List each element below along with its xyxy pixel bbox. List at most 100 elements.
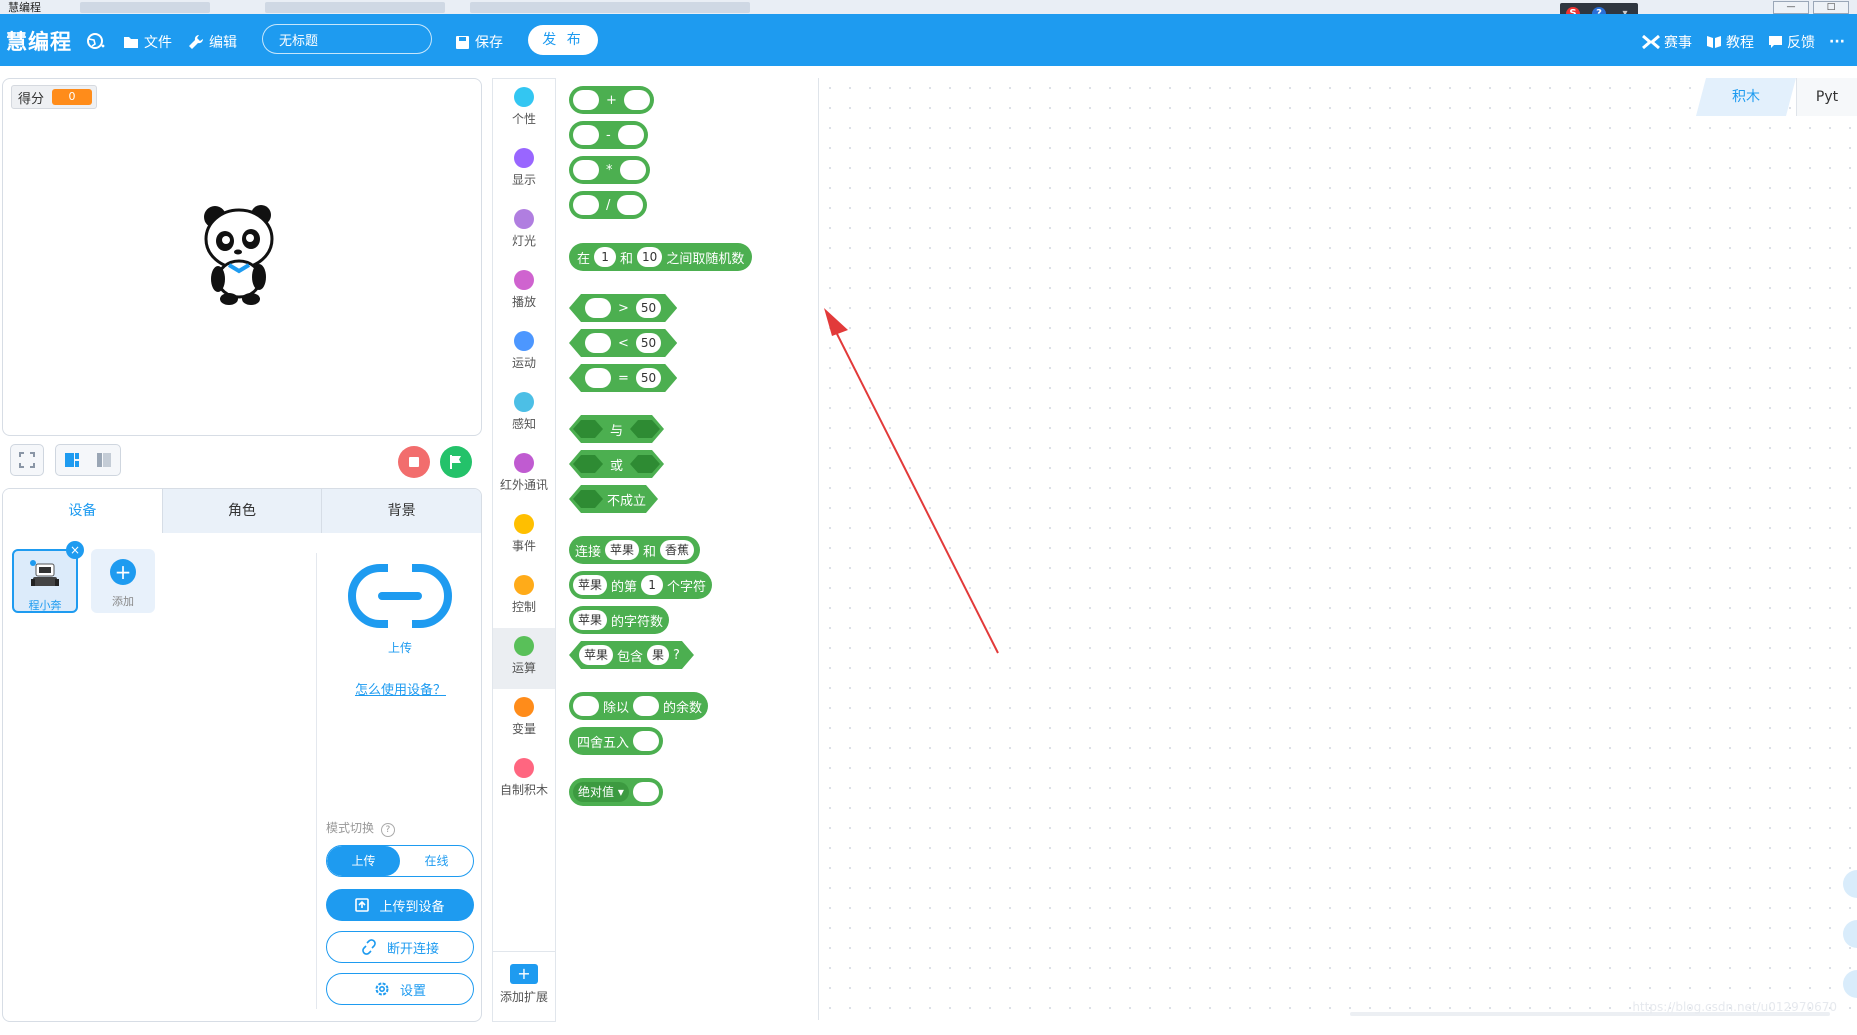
boolean-slot[interactable] <box>630 420 660 438</box>
abs-dropdown[interactable]: 绝对值 ▾ <box>573 782 629 802</box>
block-subtract[interactable]: - <box>569 121 648 149</box>
input-slot[interactable] <box>619 160 646 180</box>
add-extension-button[interactable]: + 添加扩展 <box>493 951 555 1005</box>
project-title-input[interactable] <box>262 24 432 54</box>
edit-menu[interactable]: 编辑 <box>188 32 237 52</box>
block-divide[interactable]: / <box>569 191 648 219</box>
block-round[interactable]: 四舍五入 <box>569 727 664 755</box>
input-slot[interactable]: 10 <box>637 247 663 267</box>
add-device-button[interactable]: + 添加 <box>91 549 155 613</box>
publish-button[interactable]: 发 布 <box>528 25 598 55</box>
device-card[interactable]: 程小奔 <box>12 549 78 613</box>
script-workspace[interactable]: 积木 Pyt https://blog.csdn.net/u012970670 <box>820 78 1857 1020</box>
category-looks[interactable]: 个性 <box>493 79 555 140</box>
input-slot[interactable] <box>633 696 660 716</box>
maximize-icon[interactable]: □ <box>1813 1 1849 14</box>
input-slot[interactable]: 苹果 <box>573 575 608 595</box>
zoom-reset-button[interactable] <box>1843 970 1857 998</box>
input-slot[interactable]: 香蕉 <box>660 540 695 560</box>
zoom-out-button[interactable] <box>1843 920 1857 948</box>
block-contains[interactable]: 苹果 包含 果 ? <box>569 641 694 669</box>
input-slot[interactable]: 苹果 <box>605 540 640 560</box>
block-mod[interactable]: 除以 的余数 <box>569 692 709 720</box>
input-slot[interactable]: 果 <box>647 645 669 665</box>
fullscreen-button[interactable] <box>10 444 44 476</box>
tab-devices[interactable]: 设备 <box>3 489 163 533</box>
tab-backgrounds[interactable]: 背景 <box>322 489 481 533</box>
input-slot[interactable]: 50 <box>636 298 661 318</box>
upload-to-device-button[interactable]: 上传到设备 <box>326 889 474 921</box>
category-motion[interactable]: 运动 <box>493 323 555 384</box>
category-events[interactable]: 事件 <box>493 506 555 567</box>
input-slot[interactable]: 50 <box>636 333 661 353</box>
category-my-blocks[interactable]: 自制积木 <box>493 750 555 811</box>
category-sound[interactable]: 播放 <box>493 262 555 323</box>
mode-toggle[interactable]: 上传 在线 <box>326 845 474 877</box>
block-less-than[interactable]: <50 <box>569 329 677 357</box>
input-slot[interactable]: 苹果 <box>573 610 608 630</box>
input-slot[interactable] <box>633 731 660 751</box>
boolean-slot[interactable] <box>573 455 603 473</box>
more-menu[interactable]: ··· <box>1829 34 1845 50</box>
input-slot[interactable] <box>632 782 659 802</box>
save-button[interactable]: 保存 <box>455 32 503 52</box>
input-slot[interactable] <box>573 125 599 145</box>
category-infrared[interactable]: 红外通讯 <box>493 445 555 506</box>
block-equals[interactable]: = 50 <box>569 364 677 392</box>
input-slot[interactable] <box>617 125 644 145</box>
input-slot[interactable]: 50 <box>636 368 661 388</box>
input-slot[interactable] <box>573 696 599 716</box>
input-slot[interactable]: 苹果 <box>579 645 613 665</box>
input-slot[interactable]: 1 <box>594 247 617 267</box>
stage[interactable]: 得分 0 <box>2 78 482 436</box>
block-letter-of[interactable]: 苹果 的第 1 个字符 <box>569 571 713 599</box>
minimize-icon[interactable]: — <box>1773 1 1809 14</box>
mode-online-option[interactable]: 在线 <box>400 846 473 876</box>
tutorial-link[interactable]: 教程 <box>1706 32 1754 52</box>
panda-sprite[interactable] <box>201 203 279 307</box>
input-slot[interactable] <box>617 195 644 215</box>
layout-toggle[interactable] <box>55 444 121 476</box>
input-slot[interactable] <box>585 333 611 353</box>
category-lights[interactable]: 灯光 <box>493 201 555 262</box>
mode-upload-option[interactable]: 上传 <box>327 846 400 876</box>
category-control[interactable]: 控制 <box>493 567 555 628</box>
block-and[interactable]: 与 <box>569 415 664 443</box>
settings-button[interactable]: 设置 <box>326 973 474 1005</box>
input-slot[interactable] <box>623 90 650 110</box>
category-variables[interactable]: 变量 <box>493 689 555 750</box>
language-button[interactable] <box>86 32 106 50</box>
feedback-link[interactable]: 反馈 <box>1768 32 1815 52</box>
block-abs[interactable]: 绝对值 ▾ <box>569 778 663 806</box>
tab-blocks[interactable]: 积木 <box>1696 78 1796 116</box>
boolean-slot[interactable] <box>573 490 603 508</box>
block-join[interactable]: 连接 苹果 和 香蕉 <box>569 536 701 564</box>
category-operators[interactable]: 运算 <box>493 628 555 689</box>
block-greater-than[interactable]: >50 <box>569 294 677 322</box>
zoom-in-button[interactable] <box>1843 870 1857 898</box>
input-slot[interactable] <box>573 90 599 110</box>
input-slot[interactable] <box>573 160 599 180</box>
category-display[interactable]: 显示 <box>493 140 555 201</box>
block-add[interactable]: + <box>569 86 654 114</box>
disconnect-button[interactable]: 断开连接 <box>326 931 474 963</box>
stop-button[interactable] <box>398 446 430 478</box>
input-slot[interactable] <box>585 298 611 318</box>
boolean-slot[interactable] <box>630 455 660 473</box>
file-menu[interactable]: 文件 <box>123 32 172 52</box>
block-not[interactable]: 不成立 <box>569 485 658 513</box>
input-slot[interactable]: 1 <box>641 575 664 595</box>
input-slot[interactable] <box>573 195 599 215</box>
block-or[interactable]: 或 <box>569 450 664 478</box>
input-slot[interactable] <box>585 368 611 388</box>
boolean-slot[interactable] <box>573 420 603 438</box>
category-sensing[interactable]: 感知 <box>493 384 555 445</box>
go-button[interactable] <box>440 446 472 478</box>
contest-link[interactable]: 赛事 <box>1642 32 1692 52</box>
block-length-of[interactable]: 苹果 的字符数 <box>569 606 670 634</box>
block-multiply[interactable]: * <box>569 156 650 184</box>
tab-python[interactable]: Pyt <box>1796 78 1857 116</box>
remove-device-icon[interactable]: × <box>66 541 84 559</box>
block-random[interactable]: 在 1 和 10 之间取随机数 <box>569 243 753 271</box>
howto-link[interactable]: 怎么使用设备？ <box>323 679 478 698</box>
